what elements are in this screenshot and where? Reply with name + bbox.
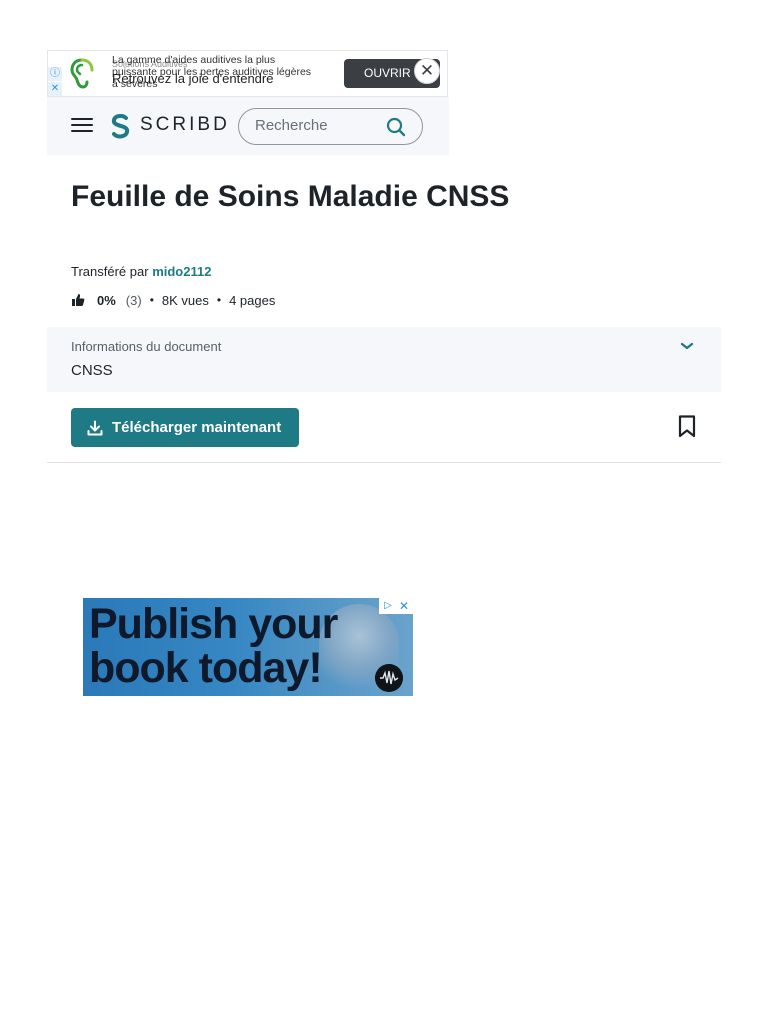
- download-icon: [87, 420, 103, 435]
- ad-headline-line1: Publish your: [89, 600, 338, 648]
- ad-headline-text: Publish your book today!: [89, 600, 338, 692]
- thumbs-up-icon[interactable]: [71, 293, 85, 307]
- ad-choices[interactable]: ▷ ✕: [379, 598, 413, 614]
- ad-info-icon[interactable]: ⓘ: [48, 67, 62, 81]
- uploader-link[interactable]: mido2112: [152, 264, 211, 279]
- uploader-line: Transféré par mido2112: [71, 264, 211, 279]
- rating-count: (3): [125, 292, 142, 308]
- scribd-logo-text[interactable]: SCRIBD: [140, 114, 230, 136]
- view-count: 8K vues: [161, 292, 209, 308]
- stats-separator: •: [149, 293, 154, 307]
- ad-info-icon[interactable]: ▷: [381, 599, 395, 613]
- search-icon[interactable]: [386, 117, 406, 137]
- top-banner-ad[interactable]: ⓘ ✕ Solutions Auditives La gamme d'aides…: [47, 50, 448, 97]
- ad-headline-line2: book today!: [89, 644, 323, 692]
- page-title: Feuille de Soins Maladie CNSS: [71, 180, 510, 213]
- publish-book-ad[interactable]: Publish your book today! ▷ ✕: [83, 598, 413, 696]
- ad-dismiss-icon[interactable]: ✕: [48, 82, 62, 96]
- divider: [47, 462, 721, 463]
- podcast-wave-icon: [375, 664, 403, 692]
- ad-close-icon[interactable]: ✕: [414, 58, 440, 84]
- download-button[interactable]: Télécharger maintenant: [71, 408, 299, 447]
- document-info-label: Informations du document: [71, 339, 222, 354]
- uploaded-by-label: Transféré par: [71, 264, 149, 279]
- rating-percent: 0%: [97, 292, 116, 308]
- download-label: Télécharger maintenant: [112, 419, 282, 436]
- site-header: SCRIBD: [47, 97, 449, 155]
- ear-logo-icon: [70, 58, 94, 89]
- ad-close-icon[interactable]: ✕: [397, 599, 411, 613]
- ad-headline: Retrouvez la joie d'entendre: [112, 71, 274, 86]
- search-input[interactable]: [255, 117, 375, 134]
- stats-separator: •: [216, 293, 222, 307]
- document-info-value: CNSS: [71, 362, 113, 379]
- menu-icon[interactable]: [71, 118, 93, 134]
- chevron-down-icon[interactable]: [680, 341, 694, 351]
- bookmark-icon[interactable]: [678, 415, 696, 438]
- document-info-panel[interactable]: Informations du document CNSS: [47, 327, 721, 392]
- document-stats: 0% (3) • 8K vues • 4 pages: [71, 292, 275, 308]
- search-box[interactable]: [238, 108, 423, 145]
- page-count: 4 pages: [229, 292, 276, 308]
- scribd-logo-icon[interactable]: [109, 114, 131, 139]
